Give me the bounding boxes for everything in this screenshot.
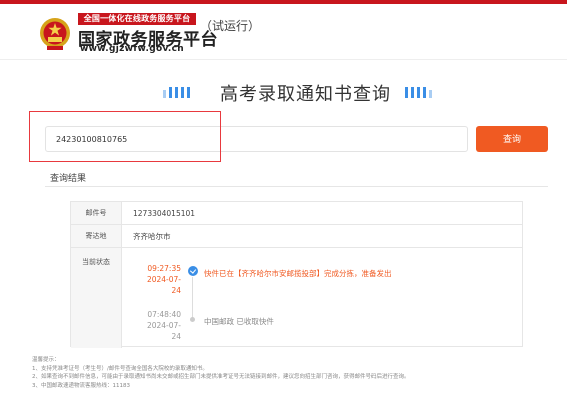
national-emblem-icon[interactable] (38, 16, 72, 52)
mail-no-row: 邮件号 1273304015101 (71, 202, 522, 225)
result-section-label: 查询结果 (50, 174, 87, 184)
status-label: 当前状态 (71, 248, 122, 348)
timeline-event-1: 快件已在【齐齐哈尔市安邮揽投部】完成分拣，准备发出 (204, 269, 392, 278)
destination-label: 寄达地 (71, 225, 122, 247)
destination-row: 寄达地 齐齐哈尔市 (71, 225, 522, 248)
tip-item-2: 2、如果查询不到邮件信息，可能由于录取通知书尚未交邮或招生部门未提供准考证号无法… (32, 374, 410, 380)
timeline-time-1-date: 2024-07-24 (146, 275, 181, 295)
timeline-time-1-clock: 09:27:35 (147, 264, 181, 273)
title-decoration-right-icon (405, 87, 432, 98)
trial-label: （试运行） (200, 19, 261, 33)
destination-value: 齐齐哈尔市 (133, 232, 171, 241)
tip-item-1: 1、支持凭准考证号（考生号）/邮件号查询全国各大院校的录取通知书。 (32, 365, 208, 372)
platform-banner: 全国一体化在线政务服务平台 (78, 13, 196, 25)
timeline-line (192, 277, 193, 319)
timeline-time-2-date: 2024-07-24 (146, 321, 181, 341)
mail-no-value: 1273304015101 (133, 209, 196, 218)
search-button[interactable]: 查询 (476, 126, 548, 152)
mail-no-label: 邮件号 (71, 202, 122, 224)
site-domain: www.gjzwfw.gov.cn (80, 44, 184, 54)
timeline-event-2: 中国邮政 已收取快件 (204, 317, 274, 326)
page-title: 高考录取通知书查询 (220, 84, 391, 105)
check-circle-icon (188, 266, 198, 276)
tip-item-3: 3、中国邮政速递物流客服热线：11183 (32, 382, 130, 389)
timeline-time-2: 07:48:40 2024-07-24 (142, 309, 181, 342)
tips-title: 温馨提示： (32, 357, 60, 363)
divider (45, 186, 548, 187)
highlight-box (29, 111, 221, 162)
status-row: 当前状态 (71, 248, 522, 348)
tips-section: 温馨提示： 1、支持凭准考证号（考生号）/邮件号查询全国各大院校的录取通知书。 … (32, 356, 552, 390)
page-title-row: 高考录取通知书查询 (0, 78, 567, 105)
timeline-dot-icon (190, 317, 195, 322)
timeline-time-2-clock: 07:48:40 (147, 310, 181, 319)
title-decoration-left-icon (163, 87, 190, 98)
timeline-time-1: 09:27:35 2024-07-24 (146, 263, 181, 296)
